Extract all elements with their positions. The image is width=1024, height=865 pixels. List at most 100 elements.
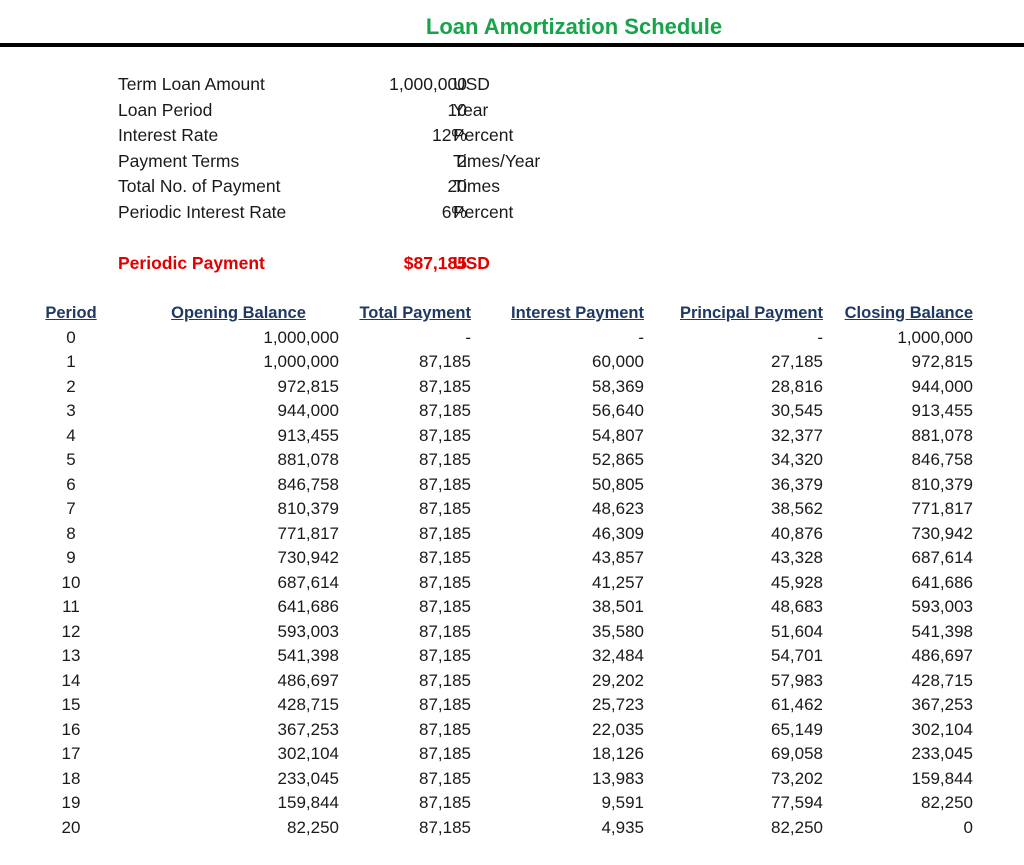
cell-period: 16: [61, 719, 81, 739]
cell-period: 0: [66, 327, 76, 347]
cell-total-payment: 87,185: [419, 768, 471, 788]
cell-principal-payment: 51,604: [771, 621, 823, 641]
cell-principal-payment: 48,683: [771, 597, 823, 617]
cell-closing-balance: 82,250: [921, 793, 973, 813]
cell-period: 8: [66, 523, 76, 543]
cell-principal-payment: 65,149: [771, 719, 823, 739]
cell-total-payment: 87,185: [419, 401, 471, 421]
cell-period: 17: [61, 744, 81, 764]
cell-interest-payment: 38,501: [592, 597, 644, 617]
cell-closing-balance: 593,003: [911, 597, 973, 617]
cell-period: 5: [66, 450, 76, 470]
cell-total-payment: 87,185: [419, 597, 471, 617]
cell-interest-payment: 50,805: [592, 474, 644, 494]
parameter-unit: Times: [453, 176, 500, 197]
cell-opening-balance: 1,000,000: [263, 327, 339, 347]
cell-principal-payment: 36,379: [771, 474, 823, 494]
cell-period: 7: [66, 499, 76, 519]
cell-interest-payment: 54,807: [592, 425, 644, 445]
cell-principal-payment: 38,562: [771, 499, 823, 519]
cell-interest-payment: 43,857: [592, 548, 644, 568]
cell-total-payment: 87,185: [419, 744, 471, 764]
cell-closing-balance: 541,398: [911, 621, 973, 641]
cell-period: 9: [66, 548, 76, 568]
cell-period: 14: [61, 670, 81, 690]
cell-interest-payment: -: [638, 327, 644, 347]
cell-period: 3: [66, 401, 76, 421]
cell-opening-balance: 913,455: [277, 425, 339, 445]
cell-interest-payment: 48,623: [592, 499, 644, 519]
cell-closing-balance: 428,715: [911, 670, 973, 690]
column-header-total-payment: Total Payment: [359, 303, 471, 322]
cell-interest-payment: 58,369: [592, 376, 644, 396]
cell-closing-balance: 233,045: [911, 744, 973, 764]
cell-interest-payment: 29,202: [592, 670, 644, 690]
cell-period: 20: [61, 817, 81, 837]
cell-interest-payment: 25,723: [592, 695, 644, 715]
cell-opening-balance: 233,045: [277, 768, 339, 788]
parameter-unit: USD: [453, 74, 490, 94]
table-row: 1 1,000,000 87,185 60,000 27,185 972,815: [34, 350, 973, 375]
table-row: 20 82,250 87,185 4,935 82,250 0: [34, 816, 973, 841]
cell-principal-payment: 61,462: [771, 695, 823, 715]
parameter-label: Interest Rate: [118, 125, 219, 146]
cell-opening-balance: 302,104: [277, 744, 339, 764]
cell-opening-balance: 944,000: [277, 401, 339, 421]
cell-interest-payment: 18,126: [592, 744, 644, 764]
cell-closing-balance: 0: [963, 817, 973, 837]
cell-opening-balance: 687,614: [277, 572, 339, 592]
table-row: 6 846,758 87,185 50,805 36,379 810,379: [34, 473, 973, 498]
cell-closing-balance: 641,686: [911, 572, 973, 592]
cell-principal-payment: 40,876: [771, 523, 823, 543]
column-header-interest-payment: Interest Payment: [511, 303, 644, 322]
parameter-value: 1,000,000: [389, 74, 467, 94]
cell-total-payment: 87,185: [419, 450, 471, 470]
table-row: 2 972,815 87,185 58,369 28,816 944,000: [34, 375, 973, 400]
cell-closing-balance: 486,697: [911, 646, 973, 666]
cell-interest-payment: 56,640: [592, 401, 644, 421]
cell-period: 1: [66, 352, 76, 372]
cell-interest-payment: 13,983: [592, 768, 644, 788]
cell-total-payment: 87,185: [419, 670, 471, 690]
cell-period: 10: [61, 572, 81, 592]
cell-total-payment: 87,185: [419, 425, 471, 445]
column-header-principal-payment: Principal Payment: [679, 303, 823, 322]
periodic-payment-value: $87,185: [403, 253, 467, 274]
parameter-value: 20: [447, 176, 467, 197]
cell-opening-balance: 593,003: [277, 621, 339, 641]
cell-period: 11: [62, 597, 80, 617]
cell-closing-balance: 810,379: [911, 474, 973, 494]
table-row: 14 486,697 87,185 29,202 57,983 428,715: [34, 669, 973, 694]
cell-opening-balance: 881,078: [277, 450, 339, 470]
table-row: 13 541,398 87,185 32,484 54,701 486,697: [34, 644, 973, 669]
cell-principal-payment: 57,983: [771, 670, 823, 690]
title-divider: [0, 43, 1024, 47]
table-row: 17 302,104 87,185 18,126 69,058 233,045: [34, 742, 973, 767]
cell-total-payment: 87,185: [419, 695, 471, 715]
table-row: 12 593,003 87,185 35,580 51,604 541,398: [34, 620, 973, 645]
cell-opening-balance: 1,000,000: [263, 352, 339, 372]
table-row: 11 641,686 87,185 38,501 48,683 593,003: [34, 595, 973, 620]
table-row: 16 367,253 87,185 22,035 65,149 302,104: [34, 718, 973, 743]
table-row: 5 881,078 87,185 52,865 34,320 846,758: [34, 448, 973, 473]
parameter-unit: Percent: [453, 201, 514, 222]
parameter-value: 2: [457, 150, 467, 171]
cell-closing-balance: 687,614: [911, 548, 973, 568]
cell-opening-balance: 428,715: [277, 695, 339, 715]
cell-principal-payment: 30,545: [771, 401, 823, 421]
cell-opening-balance: 641,686: [277, 597, 339, 617]
cell-principal-payment: 45,928: [771, 572, 823, 592]
cell-principal-payment: 28,816: [771, 376, 823, 396]
periodic-payment-unit: USD: [453, 253, 490, 274]
column-header-opening-balance: Opening Balance: [171, 303, 306, 322]
cell-opening-balance: 771,817: [277, 523, 339, 543]
parameter-label: Periodic Interest Rate: [118, 201, 287, 222]
cell-interest-payment: 35,580: [592, 621, 644, 641]
cell-total-payment: 87,185: [419, 793, 471, 813]
parameter-label: Total No. of Payment: [118, 176, 281, 197]
cell-total-payment: 87,185: [419, 646, 471, 666]
cell-total-payment: 87,185: [419, 548, 471, 568]
cell-opening-balance: 972,815: [277, 376, 339, 396]
cell-closing-balance: 730,942: [911, 523, 973, 543]
cell-principal-payment: 32,377: [771, 425, 823, 445]
